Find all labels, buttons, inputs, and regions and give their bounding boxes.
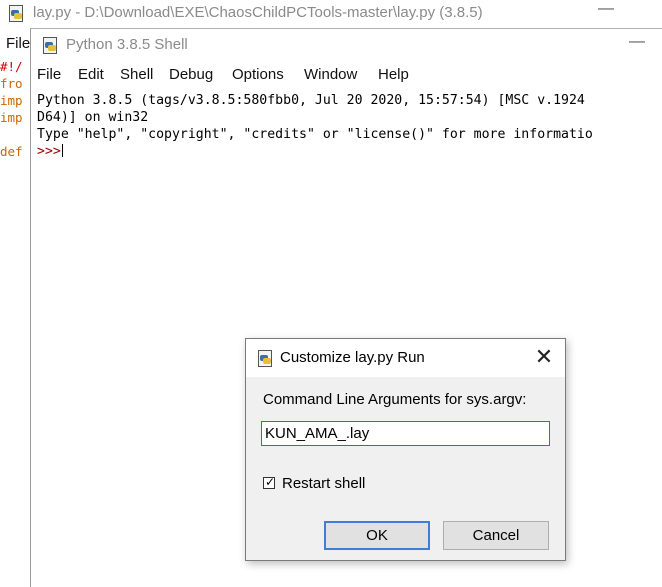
editor-titlebar[interactable]: lay.py - D:\Download\EXE\ChaosChildPCToo… xyxy=(0,0,662,26)
args-input[interactable] xyxy=(261,421,550,446)
args-prompt-label: Command Line Arguments for sys.argv: xyxy=(263,391,527,408)
shell-output-line: Python 3.8.5 (tags/v3.8.5:580fbb0, Jul 2… xyxy=(37,93,585,108)
menu-file[interactable]: File xyxy=(37,66,61,83)
editor-minimize-button[interactable]: — xyxy=(598,0,614,20)
shell-output-line: Type "help", "copyright", "credits" or "… xyxy=(37,127,593,142)
checkmark-icon: ✓ xyxy=(265,475,276,489)
customize-run-dialog: Customize lay.py Run ✕ Command Line Argu… xyxy=(245,338,566,561)
restart-shell-label: Restart shell xyxy=(282,475,366,492)
cancel-button[interactable]: Cancel xyxy=(443,521,549,550)
shell-output-area[interactable]: Python 3.8.5 (tags/v3.8.5:580fbb0, Jul 2… xyxy=(37,92,662,160)
menu-options[interactable]: Options xyxy=(232,66,284,83)
python-file-icon xyxy=(41,36,59,54)
shell-output-line: D64)] on win32 xyxy=(37,110,149,125)
editor-menu-file[interactable]: File xyxy=(6,35,30,52)
shell-prompt: >>> xyxy=(37,144,61,159)
editor-window-title: lay.py - D:\Download\EXE\ChaosChildPCToo… xyxy=(33,4,483,21)
menu-debug[interactable]: Debug xyxy=(169,66,213,83)
ok-button[interactable]: OK xyxy=(324,521,430,550)
dialog-titlebar[interactable]: Customize lay.py Run ✕ xyxy=(246,339,565,377)
shell-prompt-line[interactable]: >>> xyxy=(37,143,662,160)
restart-shell-checkbox[interactable]: ✓ xyxy=(263,475,276,489)
shell-menubar: File Edit Shell Debug Options Window Hel… xyxy=(31,66,662,88)
menu-shell[interactable]: Shell xyxy=(120,66,153,83)
shell-window-title: Python 3.8.5 Shell xyxy=(66,36,188,53)
menu-edit[interactable]: Edit xyxy=(78,66,104,83)
shell-minimize-button[interactable]: — xyxy=(629,33,645,53)
dialog-title: Customize lay.py Run xyxy=(280,349,425,366)
close-icon[interactable]: ✕ xyxy=(532,346,556,370)
shell-titlebar[interactable]: Python 3.8.5 Shell — xyxy=(31,29,662,61)
python-file-icon xyxy=(7,4,25,22)
python-file-icon xyxy=(256,349,274,367)
menu-window[interactable]: Window xyxy=(304,66,357,83)
menu-help[interactable]: Help xyxy=(378,66,409,83)
text-caret xyxy=(61,144,63,157)
